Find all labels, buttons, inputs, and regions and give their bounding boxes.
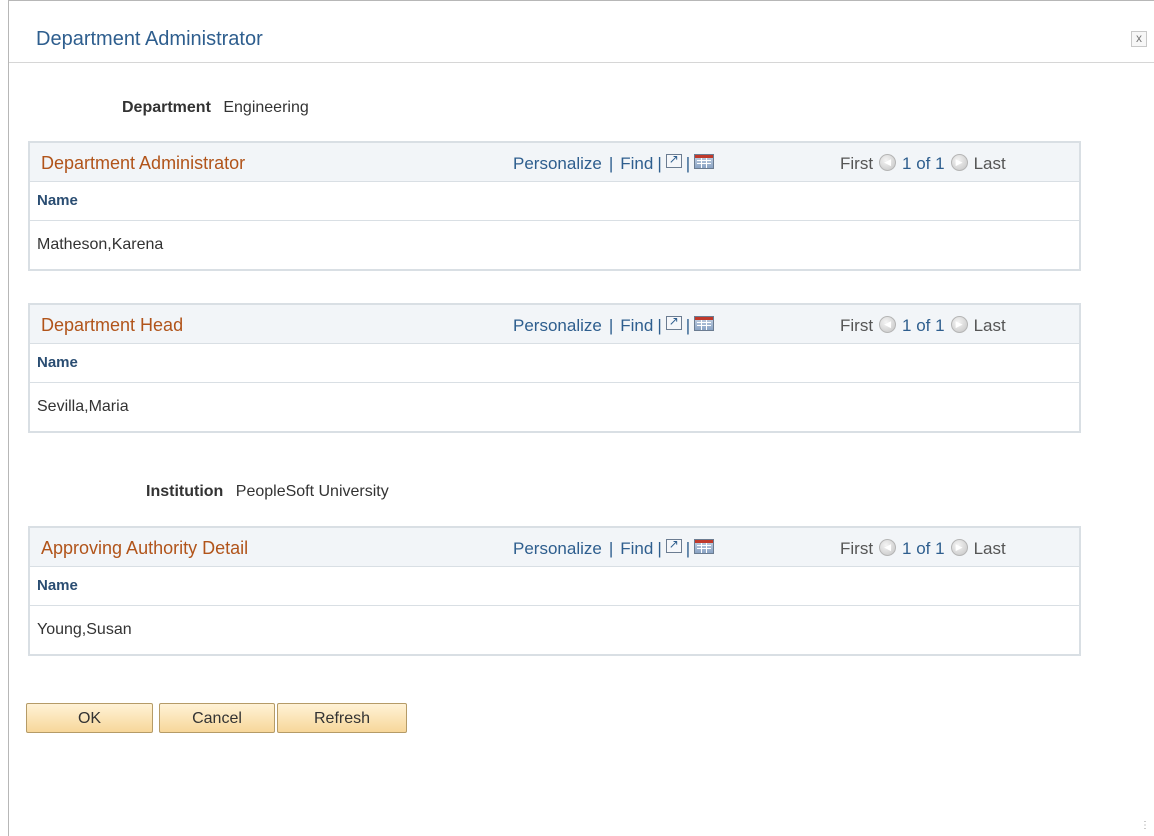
view-all-icon[interactable]	[665, 152, 682, 168]
previous-arrow-icon[interactable]: ◀	[879, 153, 897, 171]
separator: |	[608, 154, 614, 173]
dialog-title: Department Administrator	[36, 28, 263, 50]
table-row: Sevilla,Maria	[30, 383, 1079, 431]
pager: First ◀ 1 of 1 ▶ Last	[840, 153, 1006, 174]
download-to-excel-icon[interactable]	[694, 315, 715, 331]
column-header-name: Name	[30, 182, 1079, 221]
grid-header: Approving Authority Detail Personalize |…	[30, 528, 1079, 567]
name-cell: Young,Susan	[37, 621, 132, 638]
find-link[interactable]: Find	[620, 316, 653, 336]
grid-nav: Personalize | Find | |	[513, 314, 715, 336]
previous-arrow-icon[interactable]: ◀	[879, 315, 897, 333]
download-to-excel-icon[interactable]	[694, 153, 715, 169]
column-header-name: Name	[30, 344, 1079, 383]
grid-department-administrator: Department Administrator Personalize | F…	[28, 141, 1081, 271]
resize-grip-icon[interactable]: ⋮	[1140, 821, 1150, 831]
column-header-name: Name	[30, 567, 1079, 606]
separator: |	[685, 316, 691, 335]
page-count: 1 of 1	[902, 316, 945, 335]
department-label: Department	[122, 99, 211, 116]
next-arrow-icon[interactable]: ▶	[950, 153, 968, 171]
download-to-excel-icon[interactable]	[694, 538, 715, 554]
find-link[interactable]: Find	[620, 154, 653, 174]
first-label: First	[840, 316, 874, 335]
grid-title: Department Administrator	[41, 153, 246, 173]
cancel-button[interactable]: Cancel	[159, 703, 275, 733]
next-arrow-icon[interactable]: ▶	[950, 315, 968, 333]
last-label: Last	[973, 316, 1006, 335]
last-label: Last	[973, 539, 1006, 558]
grid-header: Department Head Personalize | Find | | F…	[30, 305, 1079, 344]
page-count: 1 of 1	[902, 539, 945, 558]
grid-nav: Personalize | Find | |	[513, 537, 715, 559]
page-count: 1 of 1	[902, 154, 945, 173]
first-label: First	[840, 539, 874, 558]
department-value: Engineering	[223, 99, 309, 116]
institution-field: Institution PeopleSoft University	[146, 483, 389, 501]
next-arrow-icon[interactable]: ▶	[950, 538, 968, 556]
personalize-link[interactable]: Personalize	[513, 539, 602, 559]
grid-nav: Personalize | Find | |	[513, 152, 715, 174]
column-header-label: Name	[37, 192, 78, 209]
grid-approving-authority-detail: Approving Authority Detail Personalize |…	[28, 526, 1081, 656]
column-header-label: Name	[37, 354, 78, 371]
previous-arrow-icon[interactable]: ◀	[879, 538, 897, 556]
separator: |	[657, 154, 662, 173]
view-all-icon[interactable]	[665, 314, 682, 330]
separator: |	[685, 539, 691, 558]
separator: |	[685, 154, 691, 173]
table-row: Matheson,Karena	[30, 221, 1079, 269]
pager: First ◀ 1 of 1 ▶ Last	[840, 538, 1006, 559]
department-field: Department Engineering	[122, 99, 309, 117]
institution-label: Institution	[146, 483, 224, 500]
last-label: Last	[973, 154, 1006, 173]
personalize-link[interactable]: Personalize	[513, 316, 602, 336]
dialog: Department Administrator x Department En…	[8, 0, 1154, 836]
grid-department-head: Department Head Personalize | Find | | F…	[28, 303, 1081, 433]
refresh-button[interactable]: Refresh	[277, 703, 407, 733]
first-label: First	[840, 154, 874, 173]
name-cell: Matheson,Karena	[37, 236, 164, 253]
grid-title: Approving Authority Detail	[41, 538, 249, 558]
find-link[interactable]: Find	[620, 539, 653, 559]
name-cell: Sevilla,Maria	[37, 398, 129, 415]
table-row: Young,Susan	[30, 606, 1079, 654]
grid-header: Department Administrator Personalize | F…	[30, 143, 1079, 182]
institution-value: PeopleSoft University	[235, 483, 389, 500]
personalize-link[interactable]: Personalize	[513, 154, 602, 174]
pager: First ◀ 1 of 1 ▶ Last	[840, 315, 1006, 336]
grid-title: Department Head	[41, 315, 184, 335]
dialog-title-bar: Department Administrator x	[9, 1, 1154, 63]
separator: |	[608, 539, 614, 558]
view-all-icon[interactable]	[665, 537, 682, 553]
ok-button[interactable]: OK	[26, 703, 153, 733]
close-icon[interactable]: x	[1131, 31, 1147, 47]
separator: |	[657, 539, 662, 558]
separator: |	[657, 316, 662, 335]
separator: |	[608, 316, 614, 335]
column-header-label: Name	[37, 577, 78, 594]
